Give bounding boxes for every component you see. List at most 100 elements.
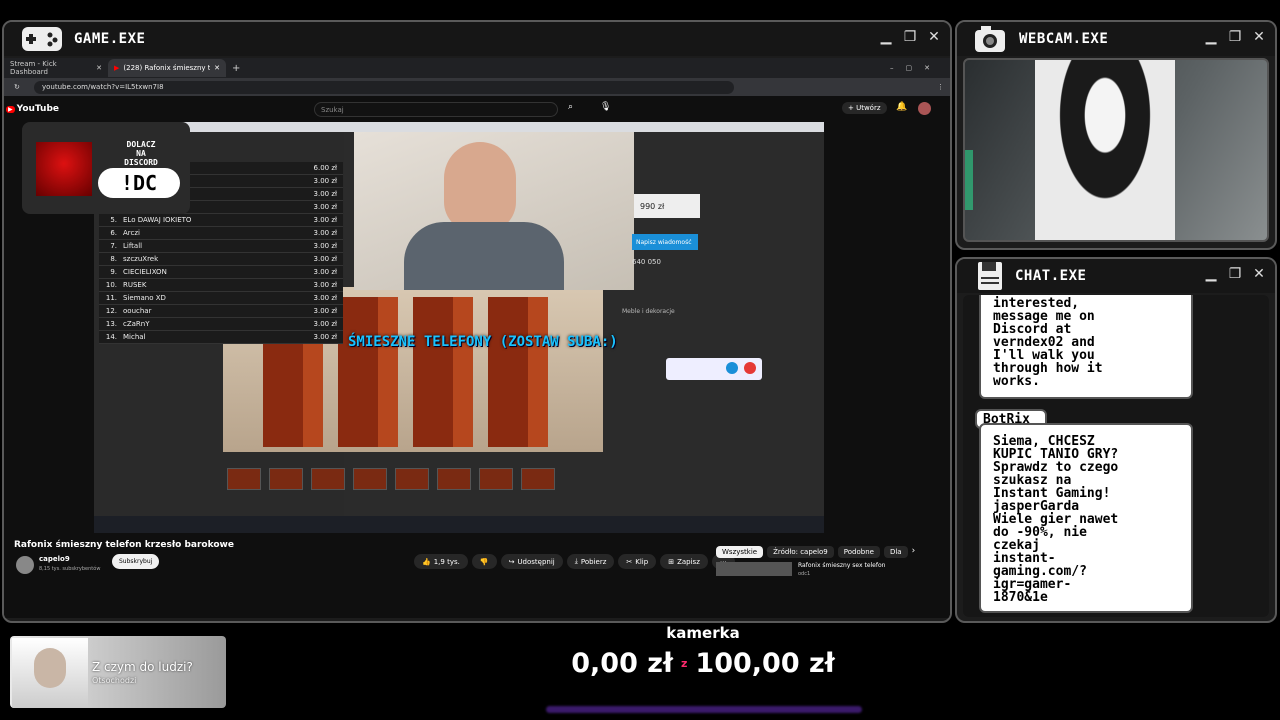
- close-icon[interactable]: ✕: [1251, 265, 1267, 283]
- search-icon[interactable]: ⌕: [568, 102, 573, 112]
- ranking-position: 10.: [105, 281, 117, 289]
- browser-frame: Stream - Kick Dashboard ✕ ▶ (228) Rafoni…: [4, 58, 950, 618]
- now-playing-widget: Z czym do ludzi? Otsochodzi: [10, 636, 226, 708]
- youtube-page: ▶ YouTube Szukaj ⌕ 🎙 + Utwórz 🔔 6.00 zł …: [4, 96, 950, 618]
- ranking-value: 3.00 zł: [313, 177, 337, 185]
- captured-taskbar: [94, 516, 824, 533]
- game-window-title: GAME.EXE: [74, 31, 146, 47]
- channel-name[interactable]: capelo9: [39, 555, 70, 563]
- ranking-name: cZaRnY: [123, 320, 150, 328]
- video-player[interactable]: 6.00 zł 3.00 zł 3.00 zł 3.00 zł 5. ELo DAWAJ …: [94, 122, 824, 533]
- like-button[interactable]: 👍 1,9 tys.: [414, 554, 468, 569]
- goal-progress-bar: [546, 706, 862, 713]
- goal-separator: z: [681, 657, 688, 670]
- ranking-row: 6. Arczi 3.00 zł: [99, 227, 343, 240]
- save-label: Zapisz: [677, 557, 700, 566]
- anime-girl-illustration: [1035, 60, 1175, 240]
- next-video-title[interactable]: Rafonix śmieszny sex telefon: [798, 562, 885, 569]
- like-count: 1,9 tys.: [433, 557, 460, 566]
- youtube-logo-icon[interactable]: ▶ YouTube: [6, 104, 59, 114]
- webcam-window-titlebar[interactable]: WEBCAM.EXE ▁ ❐ ✕: [957, 22, 1275, 56]
- download-label: Pobierz: [580, 557, 607, 566]
- minimize-icon[interactable]: ▁: [1203, 265, 1219, 283]
- window-controls[interactable]: –▢✕: [890, 64, 942, 72]
- tab-close-icon[interactable]: ✕: [214, 64, 220, 72]
- download-button[interactable]: ⤓ Pobierz: [566, 554, 615, 569]
- mic-icon[interactable]: 🎙: [600, 102, 611, 112]
- notifications-icon[interactable]: 🔔: [896, 102, 907, 112]
- ranking-row: 9. CIECIELIXON 3.00 zł: [99, 266, 343, 279]
- next-video-thumbnail[interactable]: [716, 562, 792, 576]
- browser-tabbar: Stream - Kick Dashboard ✕ ▶ (228) Rafoni…: [4, 58, 950, 78]
- url-text: youtube.com/watch?v=IL5txwn7I8: [42, 83, 164, 91]
- chat-window-title: CHAT.EXE: [1015, 268, 1087, 284]
- clip-button[interactable]: ✂ Klip: [618, 554, 657, 569]
- ranking-position: 8.: [110, 255, 117, 263]
- avatar[interactable]: [918, 102, 931, 115]
- minimize-icon[interactable]: ▁: [878, 28, 894, 46]
- streamer-cam: [354, 132, 634, 290]
- create-label: Utwórz: [856, 104, 881, 112]
- ranking-value: 3.00 zł: [313, 229, 337, 237]
- call-popup: [666, 358, 762, 380]
- share-button[interactable]: ↪ Udostępnij: [500, 554, 563, 569]
- ranking-value: 3.00 zł: [313, 333, 337, 341]
- ranking-value: 3.00 zł: [313, 320, 337, 328]
- url-input[interactable]: youtube.com/watch?v=IL5txwn7I8: [34, 80, 734, 94]
- discord-line3: DISCORD: [124, 158, 158, 167]
- ranking-name: oouchar: [123, 307, 152, 315]
- tab-close-icon[interactable]: ✕: [96, 64, 102, 72]
- youtube-header: ▶ YouTube Szukaj ⌕ 🎙 + Utwórz 🔔: [4, 96, 950, 122]
- chat-window-titlebar[interactable]: CHAT.EXE ▁ ❐ ✕: [957, 259, 1275, 293]
- new-tab-icon[interactable]: +: [232, 63, 240, 74]
- game-window-titlebar[interactable]: GAME.EXE ▁ ❐ ✕: [4, 22, 950, 56]
- gallery-thumbnail: [521, 468, 555, 490]
- tab-label: Stream - Kick Dashboard: [10, 60, 57, 76]
- maximize-icon[interactable]: ❐: [902, 28, 918, 46]
- ranking-row: 7. Liftall 3.00 zł: [99, 240, 343, 253]
- close-icon[interactable]: ✕: [926, 28, 942, 46]
- tab-youtube-video[interactable]: ▶ (228) Rafonix śmieszny telef ✕: [108, 59, 226, 77]
- back-icon[interactable]: ↻: [14, 83, 20, 91]
- ranking-name: Arczi: [123, 229, 140, 237]
- discord-line1: DOLACZ: [126, 140, 156, 149]
- send-message-button: Napisz wiadomość: [632, 234, 698, 250]
- gallery-thumbnail: [227, 468, 261, 490]
- chevron-right-icon[interactable]: ›: [912, 546, 916, 558]
- ranking-position: 7.: [110, 242, 117, 250]
- price-box: 990 zł: [634, 194, 700, 218]
- maximize-icon[interactable]: ❐: [1227, 265, 1243, 283]
- ranking-row: 13. cZaRnY 3.00 zł: [99, 318, 343, 331]
- ranking-position: 13.: [105, 320, 117, 328]
- close-icon[interactable]: ✕: [1251, 28, 1267, 46]
- chip-related[interactable]: Podobne: [837, 546, 880, 558]
- ranking-name: CIECIELIXON: [123, 268, 167, 276]
- chat-body: interested, message me on Discord at ver…: [963, 295, 1269, 617]
- green-light: [965, 150, 973, 210]
- chip-source[interactable]: Źródło: capelo9: [767, 546, 834, 558]
- gallery-thumbnail: [353, 468, 387, 490]
- tab-kick-dashboard[interactable]: Stream - Kick Dashboard ✕: [4, 59, 108, 77]
- address-bar: ↻ youtube.com/watch?v=IL5txwn7I8 ⋮: [4, 78, 950, 96]
- webcam-feed: [963, 58, 1269, 242]
- subscribe-button[interactable]: Subskrybuj: [112, 554, 160, 569]
- maximize-icon[interactable]: ❐: [1227, 28, 1243, 46]
- decline-call-icon: [744, 362, 756, 374]
- ranking-value: 3.00 zł: [313, 216, 337, 224]
- camera-icon: [975, 26, 1005, 52]
- search-input[interactable]: Szukaj: [314, 102, 558, 117]
- create-button[interactable]: + Utwórz: [842, 102, 887, 114]
- ranking-value: 3.00 zł: [313, 242, 337, 250]
- chip-all[interactable]: Wszystkie: [716, 546, 764, 558]
- discord-text: DOLACZ NA DISCORD: [106, 140, 176, 167]
- song-title: Z czym do ludzi?: [92, 660, 193, 674]
- ranking-name: Liftall: [123, 242, 143, 250]
- browser-menu-icon[interactable]: ⋮: [937, 83, 944, 91]
- save-button[interactable]: ⊞ Zapisz: [660, 554, 708, 569]
- ranking-value: 3.00 zł: [313, 255, 337, 263]
- minimize-icon[interactable]: ▁: [1203, 28, 1219, 46]
- dislike-button[interactable]: 👎: [471, 554, 497, 569]
- chat-message-2-link[interactable]: instant- gaming.com/? igr=gamer- 1870&1e: [993, 552, 1179, 604]
- chip-for-you[interactable]: Dla: [883, 546, 908, 558]
- channel-avatar[interactable]: [16, 556, 34, 574]
